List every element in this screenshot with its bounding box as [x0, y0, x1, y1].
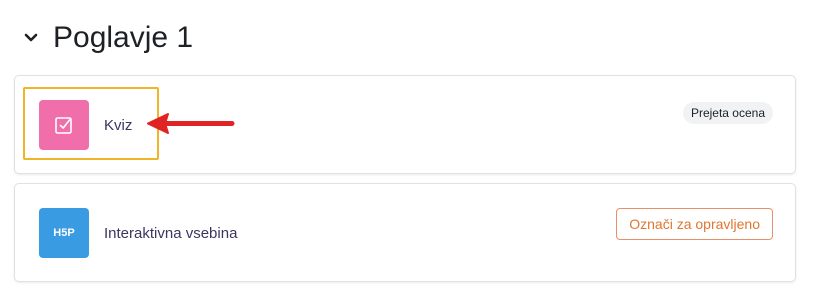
section-header[interactable]: Poglavje 1 — [22, 18, 193, 58]
activity-card-h5p: H5P Interaktivna vsebina Označi za oprav… — [14, 183, 796, 282]
activity-link-h5p[interactable]: Interaktivna vsebina — [104, 225, 237, 242]
highlight-box — [23, 87, 159, 160]
grade-received-badge: Prejeta ocena — [682, 102, 773, 124]
chevron-down-icon[interactable] — [22, 29, 40, 47]
section-title: Poglavje 1 — [53, 21, 194, 54]
mark-as-done-button[interactable]: Označi za opravljeno — [616, 208, 773, 240]
annotation-arrow-icon — [147, 113, 235, 134]
activity-card-quiz: Kviz Prejeta ocena — [14, 75, 796, 174]
h5p-icon[interactable]: H5P — [39, 208, 89, 258]
